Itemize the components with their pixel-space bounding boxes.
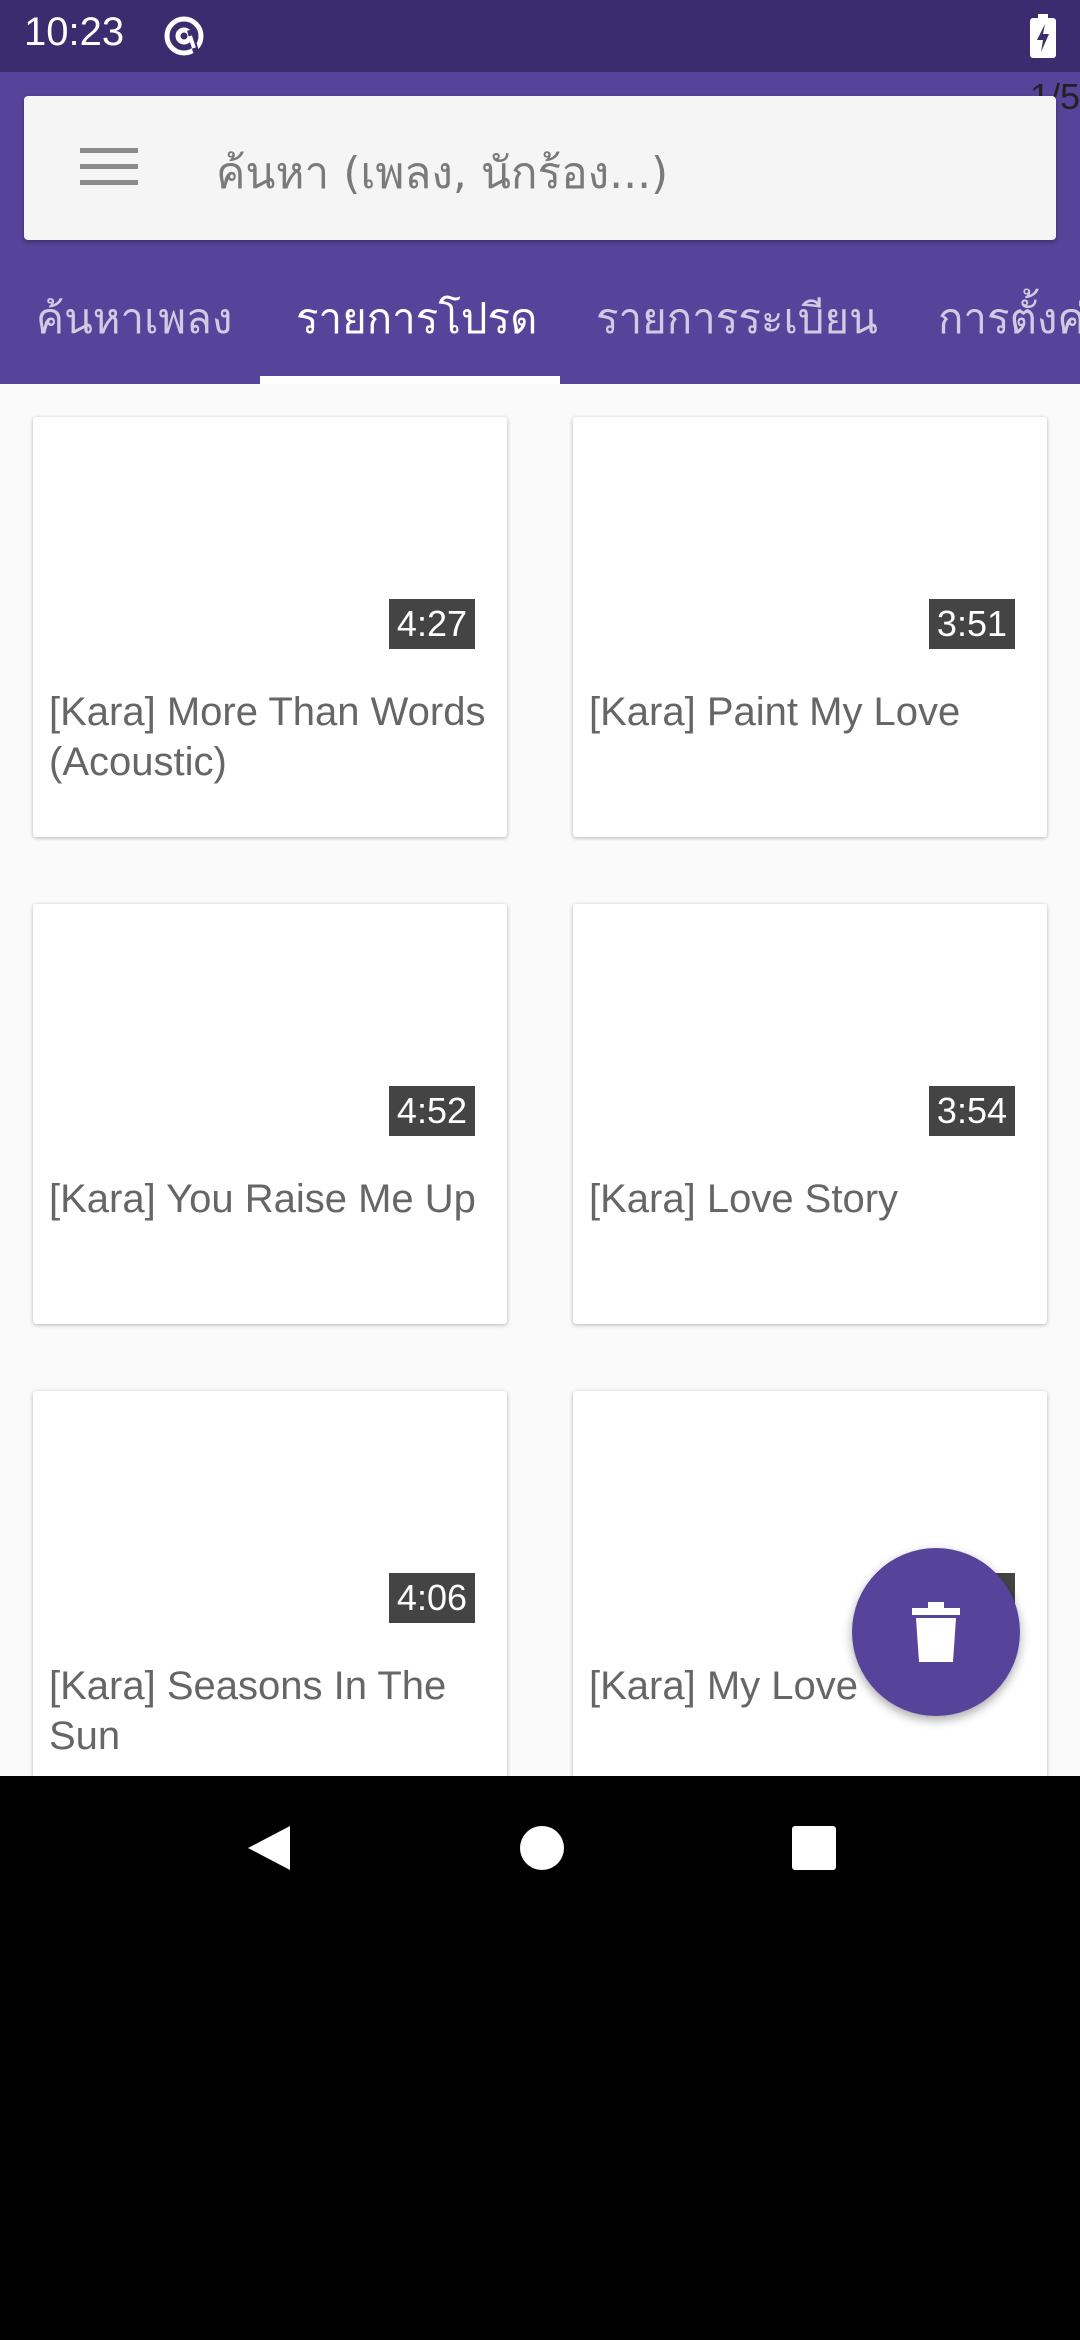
duration-badge: 4:06 (388, 1573, 475, 1623)
system-nav-bar (0, 1776, 1080, 1920)
tab-settings[interactable]: การตั้งค่ (938, 286, 1080, 352)
song-card[interactable]: 4:52 [Kara] You Raise Me Up (33, 904, 507, 1324)
delete-fab-button[interactable] (852, 1548, 1020, 1716)
back-button[interactable] (208, 1776, 328, 1920)
duration-badge: 3:54 (928, 1086, 1015, 1136)
tab-search-songs[interactable]: ค้นหาเพลง (36, 286, 232, 352)
menu-icon[interactable] (80, 144, 140, 192)
song-card[interactable]: 3:54 [Kara] Love Story (573, 904, 1047, 1324)
song-card[interactable]: 3:51 [Kara] Paint My Love (573, 417, 1047, 837)
battery-charging-icon (1030, 14, 1056, 58)
song-title: [Kara] Love Story (589, 1177, 899, 1221)
status-time: 10:23 (24, 10, 125, 54)
search-input[interactable]: ค้นหา (เพลง, นักร้อง...) (216, 138, 668, 208)
trash-icon (912, 1602, 960, 1662)
song-card[interactable]: 4:27 [Kara] More Than Words (Acoustic) (33, 417, 507, 837)
song-title: [Kara] Seasons In The Sun (49, 1664, 447, 1758)
song-title: [Kara] Paint My Love (589, 690, 961, 734)
recents-icon (792, 1826, 836, 1870)
home-button[interactable] (480, 1776, 600, 1920)
duration-badge: 4:27 (388, 599, 475, 649)
at-sync-icon (162, 14, 206, 58)
song-title: [Kara] More Than Words (Acoustic) (49, 690, 486, 784)
home-icon (520, 1826, 564, 1870)
recents-button[interactable] (752, 1776, 872, 1920)
active-tab-indicator (260, 376, 560, 384)
song-card[interactable]: 4:06 [Kara] Seasons In The Sun (33, 1391, 507, 1776)
status-bar: 10:23 (0, 0, 1080, 72)
search-bar[interactable]: ค้นหา (เพลง, นักร้อง...) (24, 96, 1056, 240)
tab-favorites[interactable]: รายการโปรด (296, 286, 537, 352)
tab-records[interactable]: รายการระเบียน (596, 286, 878, 352)
duration-badge: 4:52 (388, 1086, 475, 1136)
song-title: [Kara] You Raise Me Up (49, 1177, 476, 1221)
app-screen: 10:23 1/5 ค้นหา (เพล (0, 0, 1080, 1776)
duration-badge: 3:51 (928, 599, 1015, 649)
tab-bar: ค้นหาเพลง รายการโปรด รายการระเบียน การตั… (0, 264, 1080, 384)
back-icon (248, 1826, 290, 1870)
